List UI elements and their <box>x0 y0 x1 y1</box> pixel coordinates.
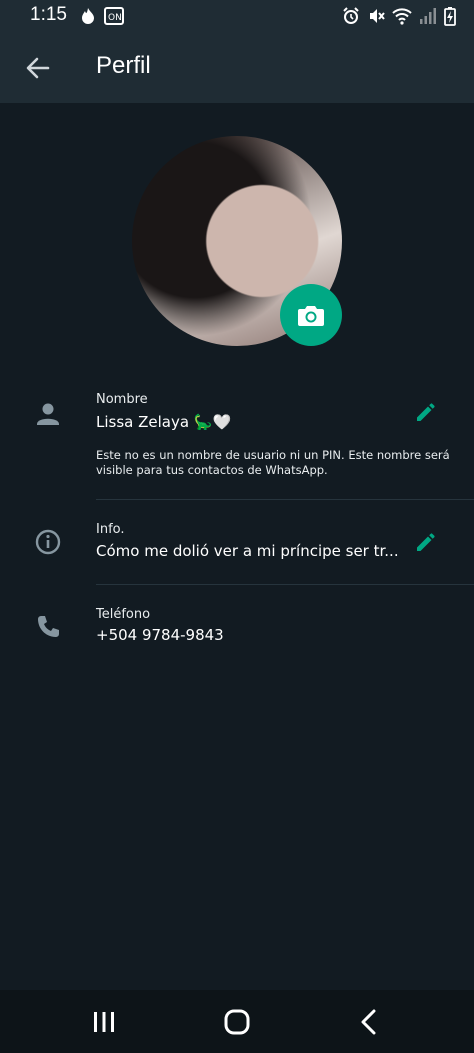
name-value: Lissa Zelaya 🦕🤍 <box>96 413 232 431</box>
camera-icon <box>298 306 324 326</box>
home-icon[interactable] <box>219 1004 255 1040</box>
back-icon[interactable] <box>352 1004 388 1040</box>
info-label: Info. <box>96 522 125 537</box>
signal-icon <box>420 8 436 24</box>
info-value: Cómo me dolió ver a mi príncipe ser tr..… <box>96 542 399 560</box>
info-row[interactable]: Info. Cómo me dolió ver a mi príncipe se… <box>0 520 474 582</box>
svg-text:ON: ON <box>108 13 122 23</box>
name-hint: Este no es un nombre de usuario ni un PI… <box>96 448 450 477</box>
edit-name-pencil-icon[interactable] <box>414 400 438 424</box>
status-left-icons: ON <box>80 7 124 25</box>
fire-icon <box>82 8 94 24</box>
battery-charging-icon <box>444 7 456 26</box>
wifi-icon <box>392 8 412 25</box>
arrow-back-icon[interactable] <box>22 52 54 84</box>
phone-row: Teléfono +504 9784-9843 <box>0 605 474 655</box>
status-time: 1:15 <box>30 4 67 25</box>
notification-app-icon: ON <box>104 7 124 25</box>
phone-value: +504 9784-9843 <box>96 626 224 644</box>
page-title: Perfil <box>96 52 151 79</box>
status-right-icons <box>342 6 456 26</box>
name-row[interactable]: Nombre Lissa Zelaya 🦕🤍 Este no es un nom… <box>0 388 474 498</box>
info-icon <box>35 529 61 555</box>
mute-icon <box>370 9 385 23</box>
recents-icon[interactable] <box>86 1004 122 1040</box>
change-photo-button[interactable] <box>280 284 342 346</box>
edit-info-pencil-icon[interactable] <box>414 530 438 554</box>
person-icon <box>37 403 59 425</box>
name-label: Nombre <box>96 392 148 407</box>
divider <box>96 499 474 500</box>
alarm-icon <box>343 7 359 24</box>
phone-label: Teléfono <box>96 607 151 622</box>
divider <box>96 584 474 585</box>
status-bar: 1:15 ON <box>0 0 474 32</box>
system-nav-bar <box>0 990 474 1053</box>
phone-icon <box>38 616 59 637</box>
app-bar: Perfil <box>0 32 474 103</box>
